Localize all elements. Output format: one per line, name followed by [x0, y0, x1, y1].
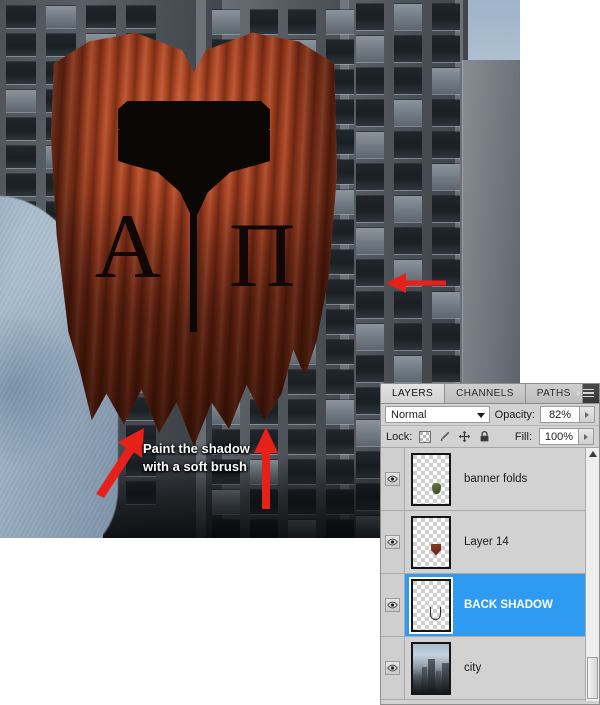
layer-thumbnail[interactable] [411, 515, 451, 569]
emblem-letter-left: A [94, 195, 162, 297]
thumb-city-photo [413, 643, 449, 693]
tab-layers[interactable]: LAYERS [381, 384, 446, 403]
eye-icon[interactable] [385, 598, 400, 612]
fill-input[interactable]: 100% [539, 428, 579, 445]
eye-icon[interactable] [385, 661, 400, 675]
layer-visibility-cell[interactable] [381, 637, 405, 699]
scroll-up-arrow-icon[interactable] [588, 450, 597, 458]
chevron-down-icon [476, 413, 485, 418]
tab-paths[interactable]: PATHS [525, 384, 583, 403]
thumb-shield-shape [431, 543, 441, 556]
opacity-input[interactable]: 82% [540, 406, 580, 423]
layer-visibility-cell[interactable] [381, 511, 405, 573]
table-row[interactable]: Layer 14 [381, 511, 599, 574]
layers-panel[interactable]: LAYERS CHANNELS PATHS Normal Opacity: 82… [380, 383, 600, 705]
annotation-text: Paint the shadow with a soft brush [143, 441, 250, 474]
lock-transparent-pixels-icon[interactable] [419, 430, 432, 443]
layer-list-scrollbar[interactable] [585, 448, 599, 701]
scrollbar-thumb[interactable] [587, 657, 598, 699]
thumb-shield-outline [430, 606, 441, 620]
lock-image-pixels-icon[interactable] [438, 430, 451, 443]
table-row[interactable]: BACK SHADOW [381, 574, 599, 637]
tab-channels[interactable]: CHANNELS [445, 384, 526, 403]
lock-position-icon[interactable] [458, 430, 471, 443]
opacity-label: Opacity: [494, 408, 535, 421]
banner-artwork: A Π [48, 24, 340, 464]
blend-mode-select[interactable]: Normal [385, 406, 490, 423]
layer-name[interactable]: banner folds [464, 473, 527, 485]
blend-mode-value: Normal [391, 408, 427, 421]
layer-thumbnail[interactable] [411, 452, 451, 506]
eye-icon[interactable] [385, 472, 400, 486]
panel-menu-icon[interactable] [577, 387, 594, 399]
lock-icon-group [419, 430, 491, 443]
layer-list[interactable]: banner folds Layer 14 BACK SHADOW city [381, 448, 599, 701]
table-row[interactable]: banner folds [381, 448, 599, 511]
layer-thumbnail[interactable] [411, 641, 451, 695]
layer-visibility-cell[interactable] [381, 448, 405, 510]
layer-name[interactable]: BACK SHADOW [464, 599, 553, 611]
lock-row: Lock: Fill: 100% [381, 426, 599, 448]
table-row[interactable]: city [381, 637, 599, 700]
thumb-fold-shape [432, 482, 441, 494]
layer-name[interactable]: city [464, 662, 481, 674]
fill-spinner-icon[interactable] [579, 428, 594, 445]
blend-mode-row: Normal Opacity: 82% [381, 404, 599, 426]
lock-label: Lock: [386, 430, 413, 443]
emblem-letter-right: Π [229, 203, 296, 306]
layer-name[interactable]: Layer 14 [464, 536, 509, 548]
panel-tab-strip: LAYERS CHANNELS PATHS [381, 384, 599, 404]
layer-thumbnail[interactable] [409, 576, 453, 634]
arrow-right-banner-edge [384, 271, 446, 295]
opacity-spinner-icon[interactable] [580, 406, 595, 423]
fill-label: Fill: [514, 430, 532, 443]
fill-control[interactable]: 100% [539, 428, 594, 445]
axe-handle [189, 103, 198, 332]
banner-emblem: A Π [48, 24, 340, 464]
lock-all-icon[interactable] [478, 430, 491, 443]
opacity-control[interactable]: 82% [540, 406, 595, 423]
layer-visibility-cell[interactable] [381, 574, 405, 636]
eye-icon[interactable] [385, 535, 400, 549]
